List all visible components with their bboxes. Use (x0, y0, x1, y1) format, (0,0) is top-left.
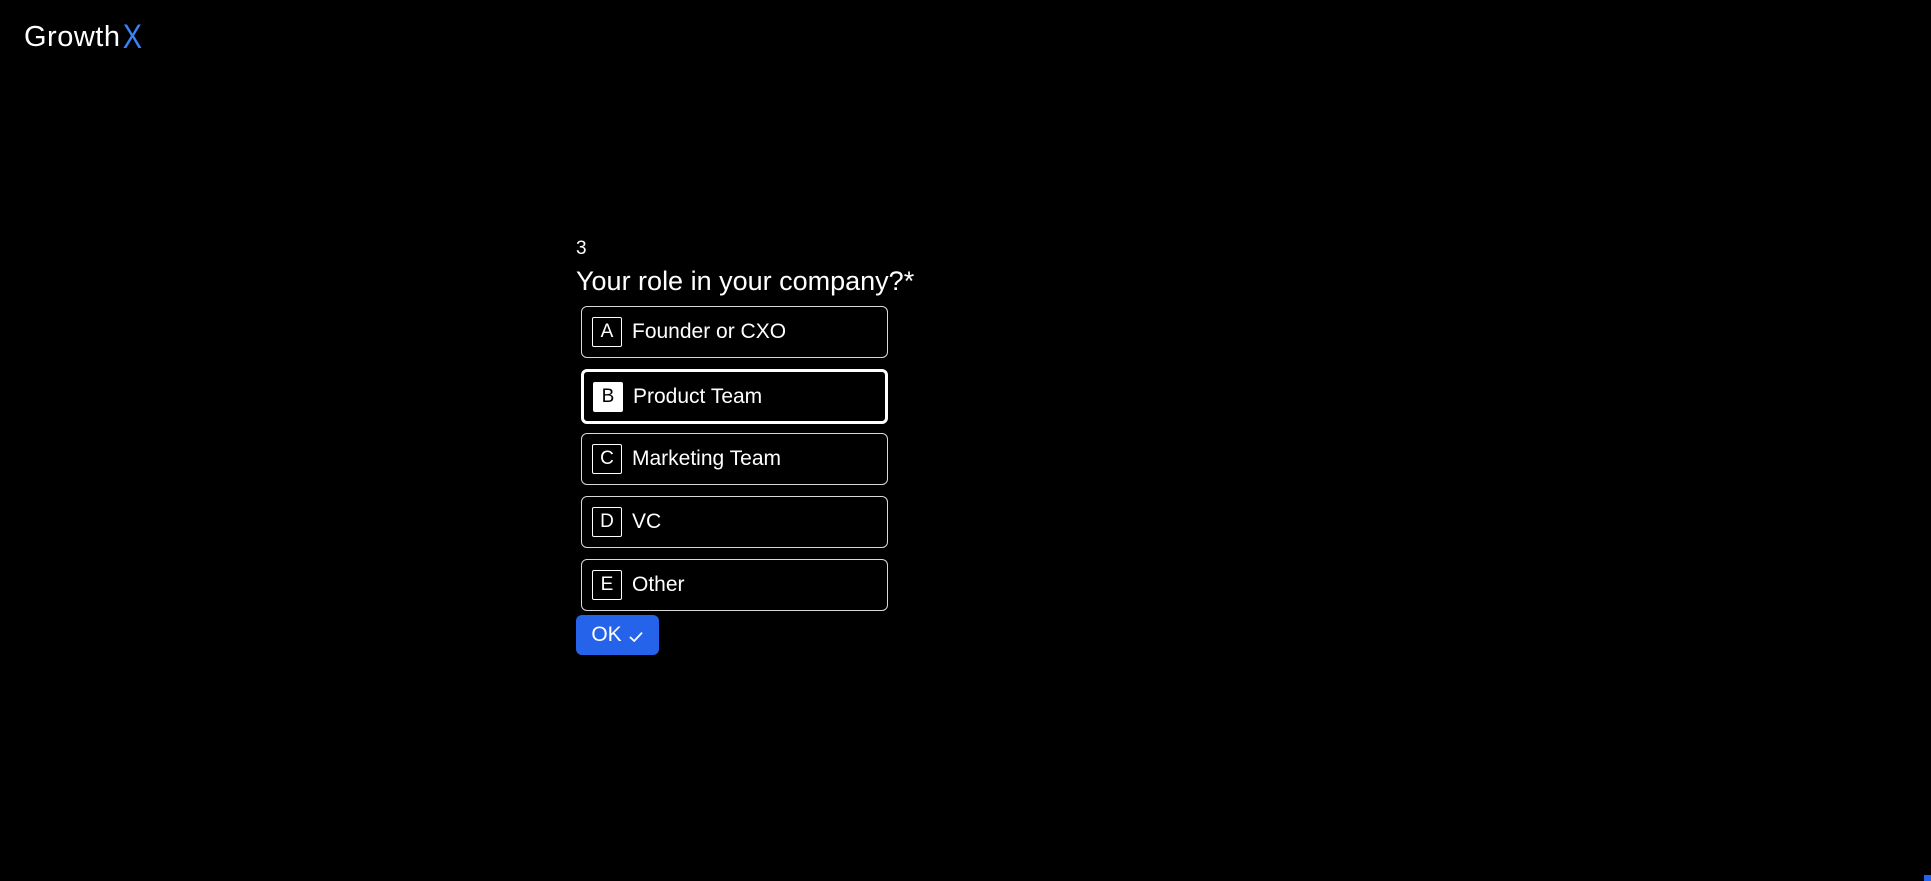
option-key: C (592, 444, 622, 474)
option-product-team[interactable]: B Product Team (581, 369, 888, 424)
ok-button[interactable]: OK (576, 615, 659, 655)
ok-button-label: OK (591, 623, 622, 646)
form-page: Growth X 3 Your role in your company?* A … (0, 0, 1931, 881)
option-key: B (593, 381, 623, 412)
option-label: Founder or CXO (632, 320, 787, 343)
check-icon (628, 627, 644, 643)
growthx-logo[interactable]: Growth X (24, 20, 145, 54)
option-label: Product Team (633, 384, 763, 408)
option-label: Other (632, 573, 685, 596)
option-label: Marketing Team (632, 447, 782, 470)
option-key: E (592, 570, 622, 600)
option-vc[interactable]: D VC (581, 496, 888, 548)
option-key: A (592, 317, 622, 347)
logo-text: Growth (24, 20, 121, 53)
logo-x-mark: X (123, 18, 143, 56)
option-founder-or-cxo[interactable]: A Founder or CXO (581, 306, 888, 358)
question-number: 3 (576, 238, 587, 259)
scrollbar-indicator (1924, 875, 1931, 881)
question-title: Your role in your company?* (576, 266, 915, 296)
option-marketing-team[interactable]: C Marketing Team (581, 433, 888, 485)
options-list: A Founder or CXO B Product Team C Market… (581, 306, 888, 622)
question-block: 3 Your role in your company?* (576, 238, 914, 297)
option-other[interactable]: E Other (581, 559, 888, 611)
option-key: D (592, 507, 622, 537)
option-label: VC (632, 510, 662, 533)
